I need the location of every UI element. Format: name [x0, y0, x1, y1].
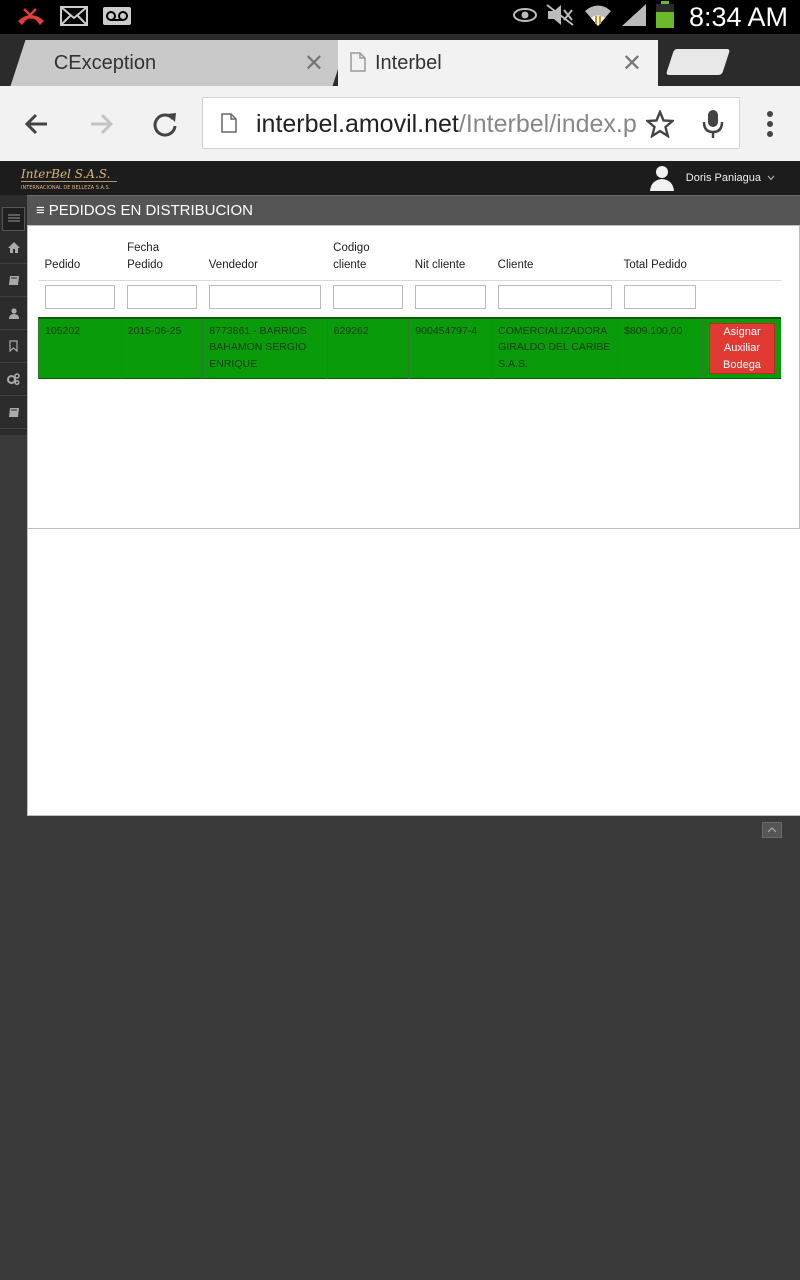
orders-table: Pedido Fecha Pedido Vendedor Codigo client… [38, 236, 781, 379]
content-area [27, 529, 800, 816]
eye-icon [512, 6, 537, 28]
missed-call-icon [16, 5, 46, 31]
column-header-action [702, 236, 781, 280]
url-path: /Interbel/index.p [458, 110, 636, 138]
column-header-fecha[interactable]: Fecha Pedido [121, 236, 203, 280]
column-header-nit[interactable]: Nit cliente [409, 236, 492, 280]
arrow-left-icon [24, 113, 47, 135]
cell-codigo: 629262 [326, 317, 409, 379]
browser-toolbar: interbel.amovil.net/Interbel/index.p [0, 86, 800, 161]
overflow-menu-button[interactable] [750, 104, 790, 144]
mail-icon [60, 5, 88, 31]
reload-icon [153, 113, 177, 137]
interbel-logo[interactable]: InterBel S.A.S. INTERNACIONAL DE BELLEZA… [20, 165, 118, 191]
column-header-vendedor[interactable]: Vendedor [203, 236, 327, 280]
cell-total: $809.100,00 [617, 317, 703, 379]
sidebar-item-bookmark[interactable] [0, 330, 27, 363]
column-header-total[interactable]: Total Pedido [618, 236, 703, 280]
url-host: interbel.amovil.net [256, 110, 459, 138]
table-row[interactable]: 105202 2015-06-25 8773861 - BARRIOS BAHA… [38, 317, 781, 379]
book-icon [8, 407, 19, 417]
tab-title: CException [54, 51, 157, 74]
panel-header: ≡ PEDIDOS EN DISTRIBUCION [27, 195, 800, 225]
chevron-down-icon [767, 172, 775, 184]
wifi-icon [583, 2, 613, 32]
cell-action: Asignar Auxiliar Bodega [701, 317, 781, 379]
close-icon[interactable]: ✕ [622, 49, 642, 78]
battery-icon [655, 1, 675, 33]
tab-cexception[interactable]: CException ✕ [10, 40, 348, 86]
filter-nit-input[interactable] [414, 284, 486, 309]
mute-icon [545, 3, 575, 31]
sidebar [0, 195, 27, 435]
sidebar-item-book-2[interactable] [0, 396, 27, 429]
user-name: Doris Paniagua [685, 172, 761, 184]
filter-row [39, 280, 782, 318]
app-header: InterBel S.A.S. INTERNACIONAL DE BELLEZA… [0, 161, 800, 195]
filter-total-input[interactable] [623, 284, 697, 309]
column-header-codigo[interactable]: Codigo cliente [327, 236, 409, 280]
filter-codigo-input[interactable] [333, 284, 403, 309]
page-icon [221, 113, 237, 137]
cell-vendedor: 8773861 - BARRIOS BAHAMON SERGIO ENRIQUE [202, 317, 328, 379]
microphone-icon[interactable] [701, 109, 725, 143]
assign-auxiliar-bodega-button[interactable]: Asignar Auxiliar Bodega [708, 322, 775, 374]
close-icon[interactable]: ✕ [304, 49, 324, 78]
star-icon[interactable] [644, 108, 676, 142]
user-menu[interactable]: Doris Paniagua [648, 161, 775, 195]
book-icon [8, 275, 19, 285]
sidebar-item-home[interactable] [0, 231, 27, 264]
svg-text:INTERNACIONAL DE BELLEZA S.A.S: INTERNACIONAL DE BELLEZA S.A.S. [21, 185, 111, 191]
filter-vendedor-input[interactable] [208, 284, 322, 309]
clock: 8:34 AM [688, 1, 788, 32]
home-icon [7, 241, 20, 253]
arrow-right-icon [91, 113, 114, 135]
reload-button[interactable] [145, 104, 185, 144]
sidebar-toggle[interactable] [2, 207, 25, 231]
avatar [648, 163, 676, 194]
tab-interbel[interactable]: Interbel ✕ [338, 40, 658, 86]
list-icon: ≡ [36, 202, 45, 219]
svg-text:InterBel S.A.S.: InterBel S.A.S. [20, 167, 110, 181]
column-header-cliente[interactable]: Cliente [492, 236, 618, 280]
bookmark-icon [9, 340, 18, 352]
cogs-icon [7, 373, 20, 385]
more-vertical-icon [767, 111, 773, 137]
forward-button[interactable] [81, 104, 121, 144]
tab-title: Interbel [375, 51, 442, 74]
page-icon [350, 52, 366, 78]
filter-fecha-input[interactable] [127, 284, 197, 309]
panel-title: PEDIDOS EN DISTRIBUCION [48, 202, 253, 219]
filter-pedido-input[interactable] [44, 284, 116, 309]
cell-fecha: 2015-06-25 [120, 317, 203, 379]
table-header-row: Pedido Fecha Pedido Vendedor Codigo client… [38, 236, 781, 280]
scroll-to-top-button[interactable] [762, 822, 782, 838]
sidebar-item-book[interactable] [0, 264, 27, 297]
chevron-up-icon [767, 827, 777, 833]
signal-icon [621, 3, 647, 31]
cell-cliente: COMERCIALIZADORA GIRALDO DEL CARIBE S.A.… [491, 317, 618, 379]
cell-nit: 900454797-4 [408, 317, 492, 379]
back-button[interactable] [17, 104, 57, 144]
sidebar-item-user[interactable] [0, 297, 27, 330]
voicemail-icon [102, 5, 132, 31]
filter-cliente-input[interactable] [497, 284, 612, 309]
new-tab-button[interactable] [665, 49, 731, 75]
menu-icon [7, 214, 20, 222]
orders-panel: Pedido Fecha Pedido Vendedor Codigo client… [27, 225, 800, 529]
sidebar-item-settings[interactable] [0, 363, 27, 396]
status-bar: 8:34 AM [0, 0, 800, 34]
browser-tab-strip: CException ✕ Interbel ✕ [0, 34, 800, 86]
user-icon [8, 307, 19, 319]
address-bar[interactable]: interbel.amovil.net/Interbel/index.p [202, 97, 740, 149]
url-text: interbel.amovil.net/Interbel/index.p [256, 110, 636, 139]
column-header-pedido[interactable]: Pedido [39, 236, 122, 280]
cell-pedido: 105202 [38, 317, 122, 379]
